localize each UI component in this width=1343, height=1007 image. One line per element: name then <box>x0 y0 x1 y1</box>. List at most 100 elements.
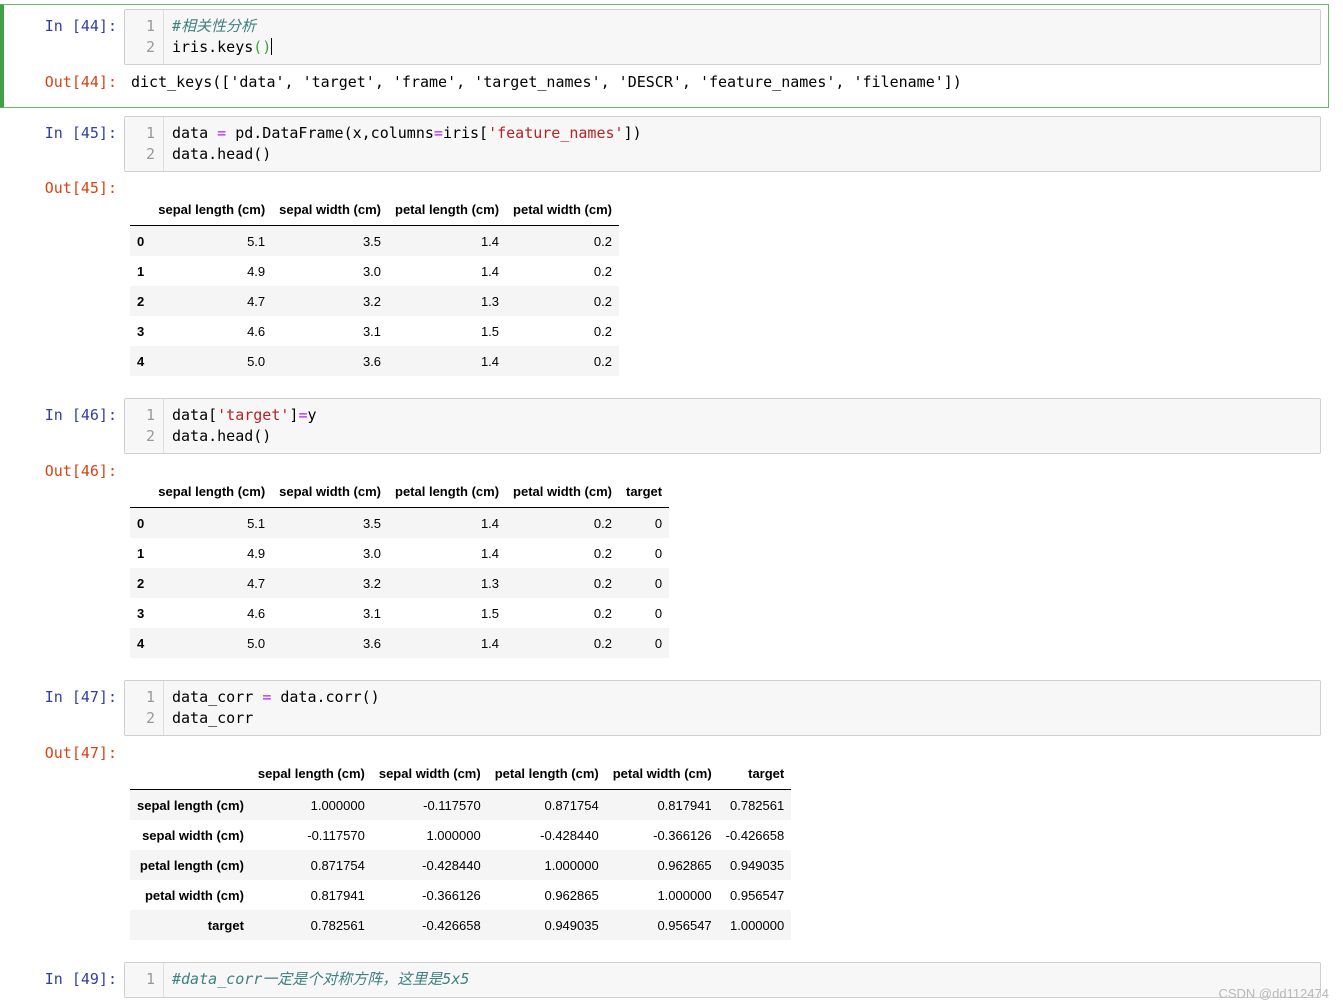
table-row: 4 5.0 3.6 1.4 0.2 <box>130 346 619 376</box>
row-index: 1 <box>137 545 145 561</box>
column-header: sepal length (cm) <box>151 475 273 508</box>
table-row: petal length (cm) 0.871754 -0.428440 1.0000… <box>130 850 792 880</box>
out-prompt-46: Out[46]: <box>44 462 117 480</box>
table-cell: 0.949035 <box>730 857 785 873</box>
dataframe-47: sepal length (cm) sepal width (cm) petal l… <box>130 757 792 940</box>
line-number: 2 <box>145 38 155 56</box>
watermark: CSDN @dd112474 <box>1218 986 1329 1001</box>
table-row: 4 5.0 3.6 1.4 0.2 0 <box>130 628 670 658</box>
row-index: 4 <box>137 353 145 369</box>
table-row: 0 5.1 3.5 1.4 0.2 0 <box>130 507 670 538</box>
row-index: 1 <box>137 263 145 279</box>
table-cell: 0 <box>654 575 663 591</box>
table-cell: 0 <box>654 605 663 621</box>
table-cell: 0.2 <box>593 353 612 369</box>
table-cell: 5.1 <box>247 233 266 249</box>
table-cell: 0.2 <box>593 545 612 561</box>
table-row: petal width (cm) 0.817941 -0.366126 0.96286… <box>130 880 791 910</box>
table-cell: -0.117570 <box>307 827 365 843</box>
row-index: 0 <box>137 233 145 249</box>
table-cell: 4.9 <box>247 545 266 561</box>
code-input-47[interactable]: 1 2 data_corr = data.corr() data_corr <box>124 680 1321 736</box>
table-cell: 4.7 <box>247 293 266 309</box>
table-cell: 3.2 <box>362 293 382 309</box>
table-cell: 1.4 <box>480 545 500 561</box>
table-cell: -0.426658 <box>725 827 785 843</box>
table-row: 2 4.7 3.2 1.3 0.2 <box>130 286 619 316</box>
column-header: petal length (cm) <box>487 757 606 790</box>
out-prompt-44: Out[44]: <box>44 73 117 91</box>
table-cell: 1.000000 <box>657 887 712 903</box>
table-cell: 1.4 <box>480 263 500 279</box>
table-cell: 0.962865 <box>544 887 599 903</box>
table-cell: 4.7 <box>247 575 266 591</box>
line-number: 2 <box>145 427 155 445</box>
table-cell: 1.000000 <box>544 857 599 873</box>
table-cell: 0.871754 <box>544 797 599 813</box>
code-line: #相关性分析 <box>172 17 257 35</box>
table-row: 3 4.6 3.1 1.5 0.2 <box>130 316 619 346</box>
table-cell: -0.366126 <box>653 827 712 843</box>
code-input-46[interactable]: 1 2 data['target']=y data.head() <box>124 398 1321 454</box>
table-cell: 4.6 <box>247 323 266 339</box>
code-line: data.head() <box>172 427 272 445</box>
line-number: 1 <box>145 406 155 424</box>
column-header: petal length (cm) <box>388 193 507 226</box>
table-cell: 0.2 <box>593 635 612 651</box>
table-cell: 0.2 <box>593 263 612 279</box>
table-row: 3 4.6 3.1 1.5 0.2 0 <box>130 598 669 628</box>
code-input-44[interactable]: 1 2 #相关性分析 iris.keys() <box>124 9 1321 65</box>
table-cell: -0.428440 <box>422 857 481 873</box>
table-cell: 0 <box>654 545 663 561</box>
table-cell: 0.817941 <box>310 887 365 903</box>
column-header: target <box>618 475 670 508</box>
table-cell: 0.2 <box>593 605 612 621</box>
line-number: 1 <box>145 124 155 142</box>
row-index: sepal length (cm) <box>137 797 244 813</box>
table-cell: 3.2 <box>362 575 382 591</box>
code-input-45[interactable]: 1 2 data = pd.DataFrame(x,columns=iris['… <box>124 116 1321 172</box>
table-cell: 1.4 <box>480 353 500 369</box>
column-header: petal length (cm) <box>388 475 507 508</box>
table-cell: -0.426658 <box>422 917 481 933</box>
column-header: sepal length (cm) <box>151 193 273 226</box>
table-cell: 3.5 <box>362 515 382 531</box>
index-header <box>130 475 152 508</box>
in-prompt-49: In [49]: <box>44 970 117 988</box>
table-cell: 3.1 <box>362 323 382 339</box>
column-header: sepal width (cm) <box>371 757 488 790</box>
table-cell: 1.5 <box>480 323 500 339</box>
table-cell: 3.1 <box>362 605 382 621</box>
column-header: target <box>718 757 792 790</box>
table-row: 2 4.7 3.2 1.3 0.2 0 <box>130 568 670 598</box>
code-line: data_corr <box>172 709 254 727</box>
row-index: 4 <box>137 635 145 651</box>
table-cell: 1.000000 <box>426 827 481 843</box>
code-line: #data_corr一定是个对称方阵，这里是5x5 <box>172 970 470 988</box>
index-header <box>130 757 251 790</box>
code-line: data = pd.DataFrame(x,columns=iris['feat… <box>172 124 642 142</box>
column-header: petal width (cm) <box>605 757 719 790</box>
code-line: data.head() <box>172 145 272 163</box>
in-prompt-47: In [47]: <box>44 688 117 706</box>
code-input-49[interactable]: 1 #data_corr一定是个对称方阵，这里是5x5 <box>124 962 1321 998</box>
table-cell: 1.3 <box>480 293 500 309</box>
out-prompt-47: Out[47]: <box>44 744 117 762</box>
table-cell: 0.956547 <box>657 917 712 933</box>
table-cell: 0.956547 <box>730 887 785 903</box>
table-cell: 0.949035 <box>544 917 599 933</box>
table-cell: -0.366126 <box>422 887 481 903</box>
table-cell: 5.0 <box>247 635 266 651</box>
table-cell: -0.428440 <box>540 827 599 843</box>
text-cursor <box>271 38 273 55</box>
table-cell: 1.000000 <box>310 797 365 813</box>
line-number: 2 <box>145 145 155 163</box>
row-index: target <box>207 917 244 933</box>
table-cell: 4.9 <box>247 263 266 279</box>
table-cell: 0 <box>654 515 663 531</box>
table-cell: 1.000000 <box>730 917 785 933</box>
index-header <box>130 193 152 226</box>
table-cell: 1.5 <box>480 605 500 621</box>
table-cell: 0.2 <box>593 515 612 531</box>
line-number: 1 <box>145 688 155 706</box>
